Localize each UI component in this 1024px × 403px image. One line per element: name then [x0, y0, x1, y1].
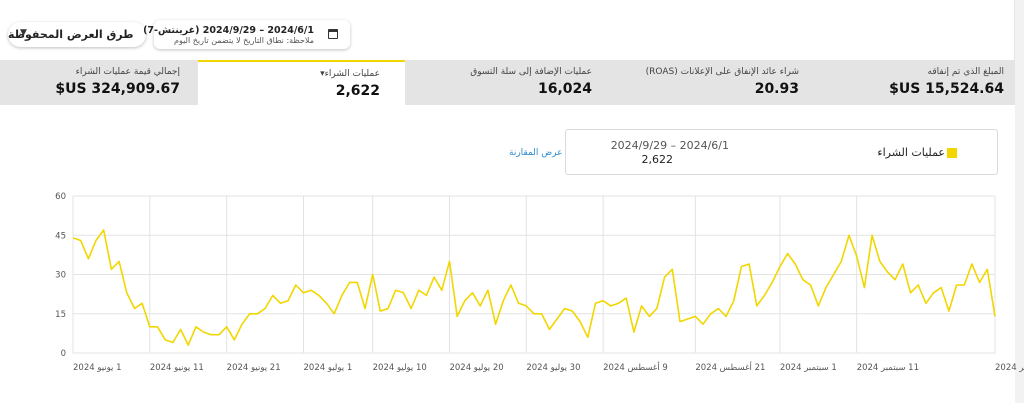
x-tick-label: 30 يوليو 2024 — [526, 363, 580, 373]
x-tick-label: 11 يونيو 2024 — [150, 363, 204, 373]
y-tick-label: 60 — [55, 192, 66, 202]
y-tick-label: 45 — [55, 231, 66, 241]
x-tick-label: 21 أغسطس 2024 — [695, 361, 765, 373]
y-tick-label: 30 — [55, 271, 66, 281]
y-tick-label: 15 — [55, 310, 66, 320]
x-tick-label: 1 يوليو 2024 — [304, 363, 353, 373]
purchases-line-chart: 0 15 30 45 60 1 يونيو 2024 11 يونيو 2024 21 يون… — [55, 192, 1024, 373]
x-tick-label: 9 أغسطس 2024 — [603, 361, 668, 373]
x-tick-label: 29 سبتمبر 2024 — [995, 363, 1024, 373]
x-tick-label: 1 سبتمبر 2024 — [780, 363, 837, 373]
y-tick-label: 0 — [61, 349, 66, 359]
x-tick-label: 10 يوليو 2024 — [373, 363, 427, 373]
x-tick-label: 21 يونيو 2024 — [227, 363, 281, 373]
x-tick-label: 20 يوليو 2024 — [449, 363, 503, 373]
x-tick-label: 1 يونيو 2024 — [73, 363, 122, 373]
x-tick-label: 11 سبتمبر 2024 — [857, 363, 919, 373]
